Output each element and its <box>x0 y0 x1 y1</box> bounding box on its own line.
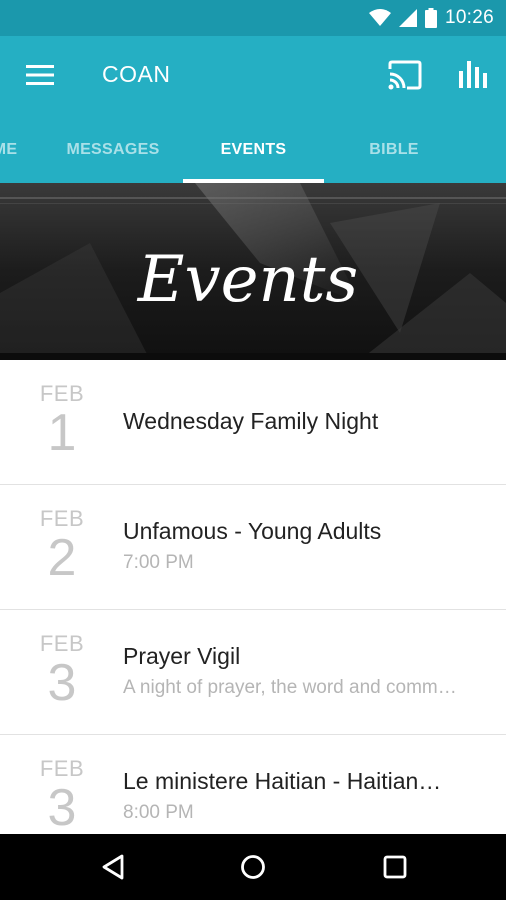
home-icon <box>241 855 265 879</box>
event-month: FEB <box>39 506 85 531</box>
clock: 10:26 <box>444 7 494 28</box>
signal-icon <box>398 9 417 27</box>
wifi-icon <box>368 9 391 26</box>
cast-button[interactable] <box>387 60 423 90</box>
stats-button[interactable] <box>458 59 488 89</box>
event-day: 3 <box>47 779 77 837</box>
tab-home[interactable]: ME <box>0 116 30 183</box>
battery-icon <box>424 8 437 28</box>
app-title: COAN <box>102 61 171 87</box>
event-subtitle: 7:00 PM <box>123 552 194 573</box>
tab-messages[interactable]: MESSAGES <box>43 116 183 183</box>
event-day: 1 <box>47 404 77 462</box>
event-title: Unfamous - Young Adults <box>123 518 382 544</box>
event-date: FEB 3 <box>28 631 96 712</box>
recents-icon <box>383 855 407 879</box>
event-day: 2 <box>47 529 77 587</box>
cast-icon <box>388 60 422 90</box>
tab-bible[interactable]: BIBLE <box>324 116 464 183</box>
event-title: Prayer Vigil <box>123 643 241 669</box>
status-icons: 10:26 <box>368 7 494 29</box>
event-month: FEB <box>39 381 85 406</box>
event-item[interactable]: FEB 1 Wednesday Family Night <box>0 360 506 485</box>
event-date: FEB 3 <box>28 756 96 837</box>
event-item[interactable]: FEB 3 Prayer Vigil A night of prayer, th… <box>0 610 506 735</box>
event-date: FEB 2 <box>28 506 96 587</box>
menu-button[interactable] <box>26 64 54 86</box>
stats-icon <box>459 61 487 88</box>
event-subtitle: 8:00 PM <box>123 802 194 823</box>
event-month: FEB <box>39 631 85 656</box>
event-month: FEB <box>39 756 85 781</box>
events-banner: Events <box>0 183 506 360</box>
tab-events[interactable]: EVENTS <box>183 116 324 183</box>
event-day: 3 <box>47 654 77 712</box>
event-subtitle: A night of prayer, the word and comm… <box>123 677 457 698</box>
event-title: Wednesday Family Night <box>123 408 379 434</box>
home-button[interactable] <box>238 852 268 882</box>
event-title: Le ministere Haitian - Haitian… <box>123 768 442 794</box>
event-item[interactable]: FEB 2 Unfamous - Young Adults 7:00 PM <box>0 485 506 610</box>
status-bar: 10:26 <box>0 0 506 36</box>
banner-title: Events <box>137 243 359 317</box>
back-button[interactable] <box>98 852 128 882</box>
system-nav-bar <box>0 834 506 900</box>
tab-bar: ME MESSAGES EVENTS BIBLE <box>0 116 506 183</box>
back-icon <box>102 854 124 880</box>
event-date: FEB 1 <box>28 381 96 462</box>
recents-button[interactable] <box>380 852 410 882</box>
events-list: FEB 1 Wednesday Family Night FEB 2 Unfam… <box>0 360 506 860</box>
hamburger-menu-icon <box>26 65 54 85</box>
app-bar: COAN <box>0 36 506 116</box>
